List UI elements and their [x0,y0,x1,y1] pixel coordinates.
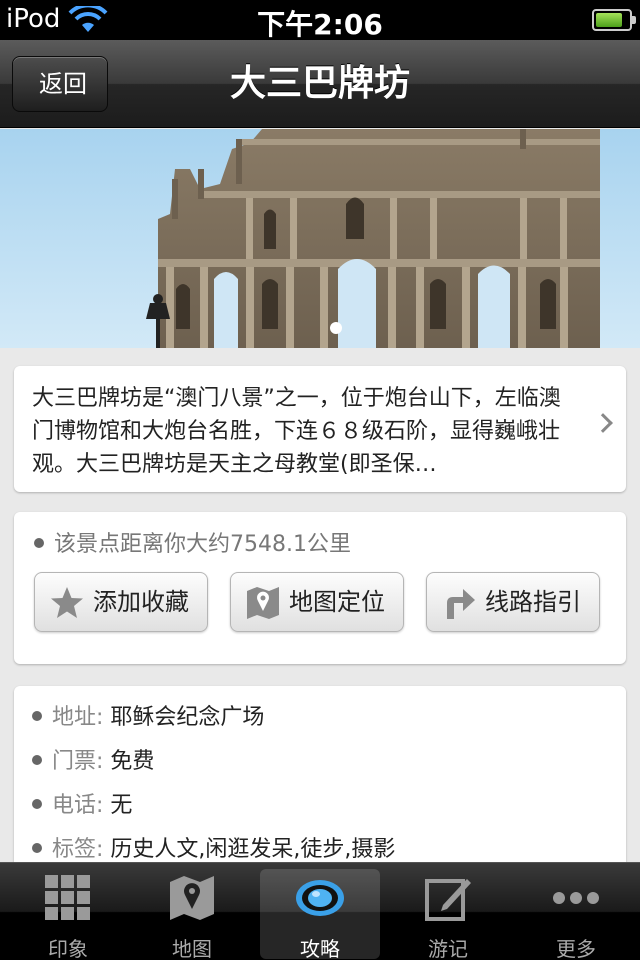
address-key: 地址: [52,705,104,730]
back-button[interactable]: 返回 [12,56,108,112]
phone-row: 电话: 无 [14,786,626,830]
route-guide-button[interactable]: 线路指引 [426,572,600,632]
tab-map-label: 地图 [172,937,212,960]
info-card: 地址: 耶稣会纪念广场 门票: 免费 电话: 无 标签: 历史人文,闲逛发呆,徒… [14,686,626,876]
description-card[interactable]: 大三巴牌坊是“澳门八景”之一，位于炮台山下，左临澳门博物馆和大炮台名胜，下连６８… [14,366,626,492]
tab-travelogue-label: 游记 [428,937,468,960]
bullet-icon [34,538,44,548]
distance-text: 该景点距离你大约7548.1公里 [54,532,351,557]
ticket-row: 门票: 免费 [14,742,626,786]
map-locate-button[interactable]: 地图定位 [230,572,404,632]
back-button-label: 返回 [39,70,87,98]
status-time: 下午2:06 [257,8,383,41]
phone-key: 电话: [52,793,104,818]
address-value: 耶稣会纪念广场 [110,705,265,730]
star-icon [51,587,83,618]
map-locate-label: 地图定位 [289,588,385,616]
hero-photo[interactable] [0,129,640,348]
actions-card: 该景点距离你大约7548.1公里 添加收藏 地图定位 线路指引 [14,512,626,664]
battery-fill [596,13,622,27]
tab-map[interactable]: 地图 [132,863,252,960]
bullet-icon [32,711,42,721]
turn-arrow-icon [447,589,475,619]
bullet-icon [32,843,42,853]
tab-travelogue[interactable]: 游记 [388,863,508,960]
map-pin-icon [247,587,279,619]
tab-bar: 印象 地图 攻略 游记 更多 [0,862,640,960]
eye-icon [296,880,344,916]
distance-info: 该景点距离你大约7548.1公里 [34,526,351,558]
tags-key: 标签: [52,837,104,862]
tags-value: 历史人文,闲逛发呆,徒步,摄影 [110,837,396,862]
status-bar: iPod 下午2:06 [0,0,640,41]
tab-guide[interactable]: 攻略 [260,869,380,960]
tab-impression[interactable]: 印象 [8,863,128,960]
tab-more-label: 更多 [556,937,596,960]
map-icon [170,876,214,920]
page-indicator-dot [330,322,342,334]
tab-guide-label: 攻略 [300,937,340,960]
chevron-right-icon [593,413,613,433]
tab-impression-label: 印象 [48,937,88,960]
route-guide-label: 线路指引 [485,588,581,616]
ruins-of-st-paul-facade-image [146,129,600,348]
bullet-icon [32,799,42,809]
edit-icon [425,879,471,921]
battery-icon [592,9,636,31]
tab-more[interactable]: 更多 [516,863,636,960]
phone-value: 无 [110,793,133,818]
ticket-key: 门票: [52,749,104,774]
navigation-bar: 返回 大三巴牌坊 [0,40,640,128]
description-text: 大三巴牌坊是“澳门八景”之一，位于炮台山下，左临澳门博物馆和大炮台名胜，下连６８… [32,386,561,477]
more-icon [553,892,599,904]
address-row: 地址: 耶稣会纪念广场 [14,698,626,742]
bullet-icon [32,755,42,765]
ticket-value: 免费 [110,749,155,774]
add-favorite-button[interactable]: 添加收藏 [34,572,208,632]
add-favorite-label: 添加收藏 [93,588,189,616]
grid-icon [45,875,90,920]
